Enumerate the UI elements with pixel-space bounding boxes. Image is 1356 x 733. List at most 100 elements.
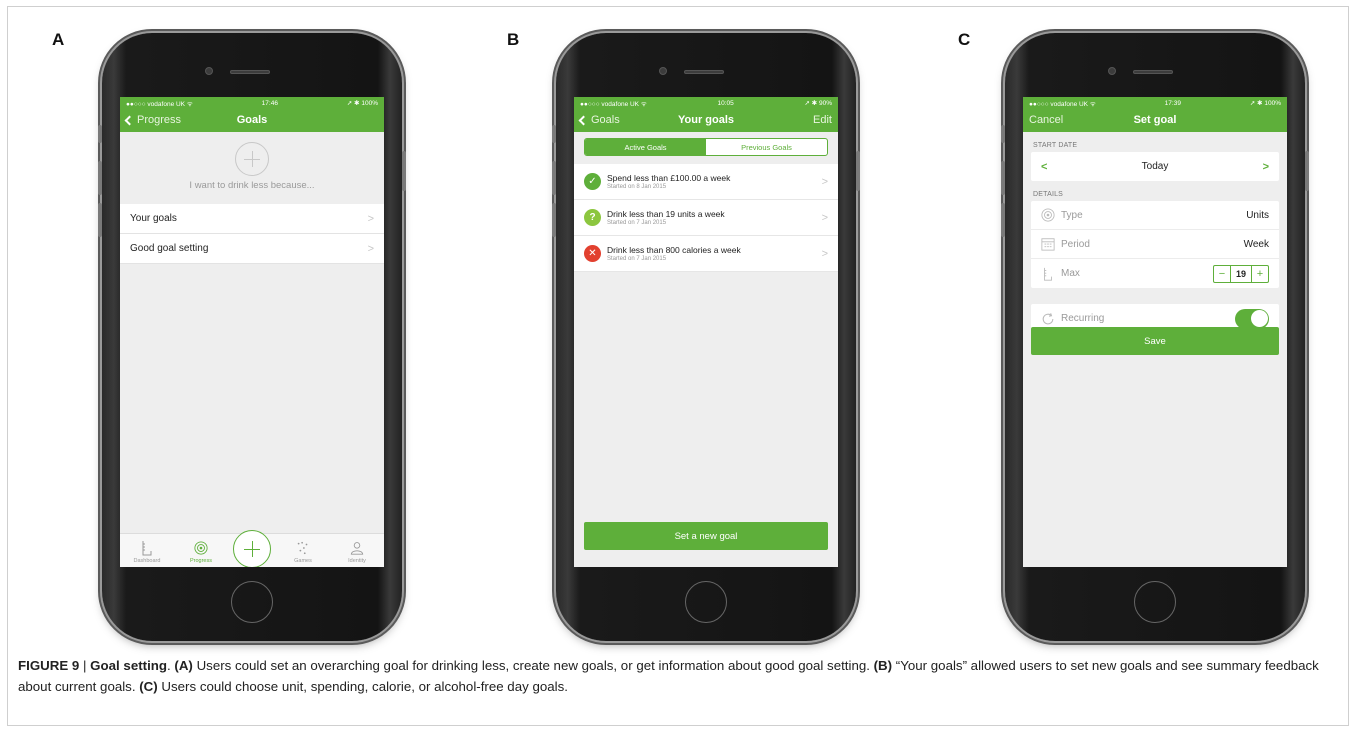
status-bar: ●●○○○ vodafone UK ᯤ 17:46 ➚ ✱ 100% <box>120 97 384 109</box>
status-bar: ●●○○○ vodafone UK ᯤ 17:39 ➚ ✱ 100% <box>1023 97 1287 109</box>
battery-text: ➚ ✱ 100% <box>346 100 378 107</box>
question-icon: ? <box>584 209 601 226</box>
tab-progress[interactable]: Progress <box>179 540 223 564</box>
tab-active-goals[interactable]: Active Goals <box>585 139 706 155</box>
goal-title: Drink less than 800 calories a week <box>607 245 741 255</box>
camera-icon <box>1108 67 1116 75</box>
max-stepper: − 19 + <box>1213 264 1269 283</box>
decrement-button[interactable]: − <box>1214 266 1230 282</box>
recurring-toggle[interactable] <box>1235 308 1269 329</box>
goals-segmented-control: Active Goals Previous Goals <box>584 138 828 156</box>
battery-text: ➚ ✱ 100% <box>1249 100 1281 107</box>
chevron-right-icon: > <box>367 212 374 225</box>
caption-label-a: (A) <box>174 658 193 673</box>
type-label: Type <box>1061 209 1083 221</box>
row-label: Your goals <box>130 213 177 224</box>
tab-label: Dashboard <box>133 558 161 564</box>
caption-text-c: Users could choose unit, spending, calor… <box>157 679 568 694</box>
goal-row[interactable]: ✕ Drink less than 800 calories a week Sta… <box>574 236 838 272</box>
tab-dashboard[interactable]: Dashboard <box>125 540 169 564</box>
add-drink-button[interactable] <box>233 530 271 567</box>
nav-title: Set goal <box>1133 114 1177 126</box>
panel-label-a: A <box>52 30 65 49</box>
clock-text: 17:39 <box>1164 99 1181 107</box>
refresh-icon <box>1042 312 1054 324</box>
max-value[interactable]: 19 <box>1230 265 1252 282</box>
tab-bar: Dashboard Progress Games Identity <box>120 530 384 567</box>
goal-title: Spend less than £100.00 a week <box>607 173 731 183</box>
target-icon <box>194 541 208 555</box>
carrier-text: ●●○○○ vodafone UK ᯤ <box>126 100 193 108</box>
goal-started: Started on 7 Jan 2015 <box>607 220 667 226</box>
speaker-grille <box>684 70 724 74</box>
speaker-grille <box>1133 70 1173 74</box>
screen-set-goal: ●●○○○ vodafone UK ᯤ 17:39 ➚ ✱ 100% Cance… <box>1023 97 1287 567</box>
cross-icon: ✕ <box>584 245 601 262</box>
phone-a: ●●○○○ vodafone UK ᯤ 17:46 ➚ ✱ 100% Progr… <box>98 33 406 641</box>
games-icon <box>297 541 308 555</box>
ruler-icon <box>142 541 152 556</box>
recurring-label: Recurring <box>1061 313 1105 324</box>
tab-previous-goals[interactable]: Previous Goals <box>706 139 827 155</box>
ruler-icon <box>1044 267 1052 281</box>
start-date-card: < Today > <box>1031 152 1279 181</box>
goal-started: Started on 7 Jan 2015 <box>607 256 667 262</box>
start-date-value: Today <box>1141 161 1169 172</box>
add-motivation-icon[interactable] <box>235 142 269 176</box>
caption-label-c: (C) <box>139 679 158 694</box>
clock-text: 17:46 <box>261 99 278 107</box>
figure-title: Goal setting <box>90 658 168 673</box>
nav-bar: Cancel Set goal <box>1023 109 1287 132</box>
camera-icon <box>659 67 667 75</box>
screen-goals: ●●○○○ vodafone UK ᯤ 17:46 ➚ ✱ 100% Progr… <box>120 97 384 567</box>
start-date-header: START DATE <box>1033 142 1078 149</box>
row-label: Good goal setting <box>130 243 209 254</box>
target-icon <box>1041 208 1055 222</box>
details-card: Type Units Period Week Max − 19 + <box>1031 201 1279 288</box>
calendar-icon <box>1041 238 1055 251</box>
chevron-right-icon[interactable]: > <box>1263 161 1269 173</box>
period-value: Week <box>1243 238 1269 250</box>
start-date-row: < Today > <box>1031 152 1279 181</box>
row-good-goal-setting[interactable]: Good goal setting > <box>120 234 384 264</box>
nav-bar: Progress Goals <box>120 109 384 132</box>
goal-row[interactable]: ? Drink less than 19 units a week Started… <box>574 200 838 236</box>
tab-games[interactable]: Games <box>281 540 325 564</box>
phone-c: ●●○○○ vodafone UK ᯤ 17:39 ➚ ✱ 100% Cance… <box>1001 33 1309 641</box>
type-row[interactable]: Type Units <box>1031 201 1279 230</box>
speaker-grille <box>230 70 270 74</box>
carrier-text: ●●○○○ vodafone UK ᯤ <box>580 100 647 108</box>
panel-label-c: C <box>958 30 971 49</box>
nav-bar: Goals Your goals Edit <box>574 109 838 132</box>
row-your-goals[interactable]: Your goals > <box>120 204 384 234</box>
panel-label-b: B <box>507 30 520 49</box>
edit-button[interactable]: Edit <box>813 114 832 126</box>
caption-label-b: (B) <box>873 658 893 673</box>
max-label: Max <box>1061 268 1080 279</box>
person-icon <box>350 542 364 555</box>
chevron-left-icon[interactable]: < <box>1041 161 1047 173</box>
clock-text: 10:05 <box>717 99 734 107</box>
home-button[interactable] <box>1134 581 1176 623</box>
tab-identity[interactable]: Identity <box>335 540 379 564</box>
nav-title: Goals <box>236 114 268 126</box>
goal-started: Started on 8 Jan 2015 <box>607 184 667 190</box>
home-button[interactable] <box>231 581 273 623</box>
camera-icon <box>205 67 213 75</box>
motivation-prompt[interactable]: I want to drink less because... <box>120 180 384 204</box>
tab-label: Games <box>294 558 312 564</box>
figure-caption: FIGURE 9 | Goal setting. (A) Users could… <box>18 655 1338 697</box>
tab-label: Identity <box>348 558 366 564</box>
max-row: Max − 19 + <box>1031 259 1279 288</box>
figure-number: FIGURE 9 <box>18 658 80 673</box>
home-button[interactable] <box>685 581 727 623</box>
goal-row[interactable]: ✓ Spend less than £100.00 a week Started … <box>574 164 838 200</box>
type-value: Units <box>1246 209 1269 221</box>
period-row[interactable]: Period Week <box>1031 230 1279 259</box>
set-new-goal-button[interactable]: Set a new goal <box>584 522 828 550</box>
nav-title: Your goals <box>677 114 735 126</box>
screen-your-goals: ●●○○○ vodafone UK ᯤ 10:05 ➚ ✱ 90% Goals … <box>574 97 838 567</box>
save-button[interactable]: Save <box>1031 327 1279 355</box>
carrier-text: ●●○○○ vodafone UK ᯤ <box>1029 100 1096 108</box>
increment-button[interactable]: + <box>1252 266 1268 282</box>
